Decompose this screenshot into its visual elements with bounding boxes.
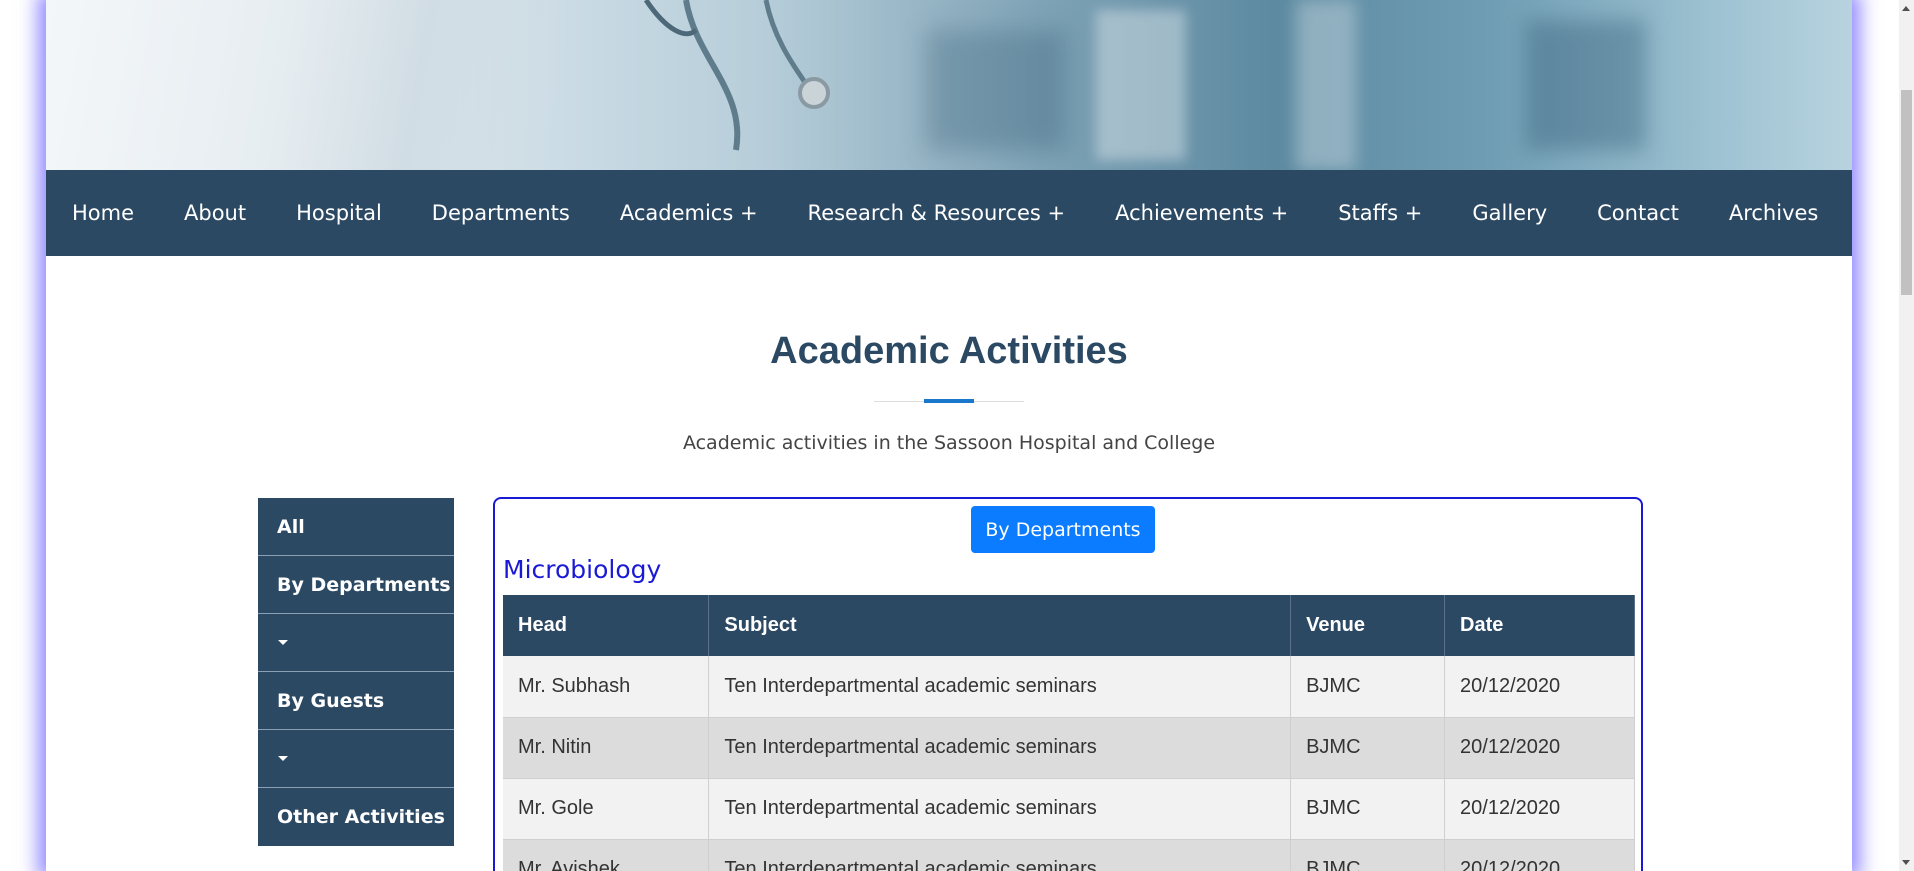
side-item-by-guests[interactable]: By Guests <box>258 672 454 730</box>
main-navigation: Home About Hospital Departments Academic… <box>46 170 1852 256</box>
side-item-label: By Guests <box>277 689 385 712</box>
side-item-other-activities[interactable]: Other Activities <box>258 788 454 846</box>
scrollbar-thumb[interactable] <box>1901 90 1912 295</box>
nav-about[interactable]: About <box>184 201 246 225</box>
nav-staffs[interactable]: Staffs + <box>1338 201 1422 225</box>
cell-head: Mr. Gole <box>503 778 710 840</box>
hero-banner-image <box>46 0 1852 170</box>
cell-venue: BJMC <box>1290 717 1446 779</box>
column-header-head: Head <box>503 595 710 656</box>
cell-date: 20/12/2020 <box>1444 839 1635 871</box>
cell-date: 20/12/2020 <box>1444 656 1635 718</box>
activities-side-menu: All By Departments By Guests Other Activ… <box>258 498 454 846</box>
vertical-scrollbar[interactable] <box>1899 0 1914 871</box>
cell-venue: BJMC <box>1290 778 1446 840</box>
side-item-guests-dropdown[interactable] <box>258 730 454 788</box>
table-row: Mr. Gole Ten Interdepartmental academic … <box>503 778 1635 840</box>
activities-table: Head Subject Venue Date Mr. Subhash Ten … <box>503 595 1635 871</box>
nav-gallery[interactable]: Gallery <box>1472 201 1547 225</box>
caret-down-icon <box>278 640 288 645</box>
side-item-departments-dropdown[interactable] <box>258 614 454 672</box>
cell-head: Mr. Subhash <box>503 656 710 718</box>
by-departments-button[interactable]: By Departments <box>971 506 1155 553</box>
scroll-up-arrow-icon[interactable] <box>1902 6 1910 11</box>
table-row: Mr. Subhash Ten Interdepartmental academ… <box>503 656 1635 718</box>
cell-date: 20/12/2020 <box>1444 717 1635 779</box>
cell-venue: BJMC <box>1290 839 1446 871</box>
nav-academics[interactable]: Academics + <box>620 201 758 225</box>
cell-date: 20/12/2020 <box>1444 778 1635 840</box>
page-subtitle: Academic activities in the Sassoon Hospi… <box>682 432 1216 454</box>
side-item-label: All <box>277 515 305 538</box>
activities-panel: By Departments Microbiology Head Subject… <box>493 497 1643 871</box>
scroll-down-arrow-icon[interactable] <box>1902 860 1910 865</box>
cell-subject: Ten Interdepartmental academic seminars <box>708 656 1292 718</box>
nav-archives[interactable]: Archives <box>1729 201 1819 225</box>
table-row: Mr. Nitin Ten Interdepartmental academic… <box>503 717 1635 779</box>
caret-down-icon <box>278 756 288 761</box>
column-header-venue: Venue <box>1290 595 1446 656</box>
table-row: Mr. Avishek Ten Interdepartmental academ… <box>503 839 1635 871</box>
cell-subject: Ten Interdepartmental academic seminars <box>708 717 1292 779</box>
stethoscope-graphic <box>643 0 830 151</box>
department-heading: Microbiology <box>503 555 662 584</box>
page: Home About Hospital Departments Academic… <box>0 0 1899 871</box>
site-container: Home About Hospital Departments Academic… <box>46 0 1852 871</box>
title-divider-accent <box>924 399 974 403</box>
side-item-by-departments[interactable]: By Departments <box>258 556 454 614</box>
table-header-row: Head Subject Venue Date <box>503 595 1635 656</box>
nav-research-resources[interactable]: Research & Resources + <box>808 201 1066 225</box>
column-header-date: Date <box>1444 595 1635 656</box>
nav-home[interactable]: Home <box>72 201 134 225</box>
cell-head: Mr. Avishek <box>503 839 710 871</box>
nav-hospital[interactable]: Hospital <box>296 201 382 225</box>
cell-venue: BJMC <box>1290 656 1446 718</box>
nav-achievements[interactable]: Achievements + <box>1115 201 1288 225</box>
side-item-label: Other Activities <box>277 806 445 828</box>
nav-departments[interactable]: Departments <box>432 201 570 225</box>
side-item-label: By Departments <box>277 573 451 596</box>
side-item-all[interactable]: All <box>258 498 454 556</box>
cell-subject: Ten Interdepartmental academic seminars <box>708 778 1292 840</box>
nav-contact[interactable]: Contact <box>1597 201 1679 225</box>
column-header-subject: Subject <box>708 595 1292 656</box>
cell-head: Mr. Nitin <box>503 717 710 779</box>
cell-subject: Ten Interdepartmental academic seminars <box>708 839 1292 871</box>
page-title: Academic Activities <box>770 330 1128 372</box>
